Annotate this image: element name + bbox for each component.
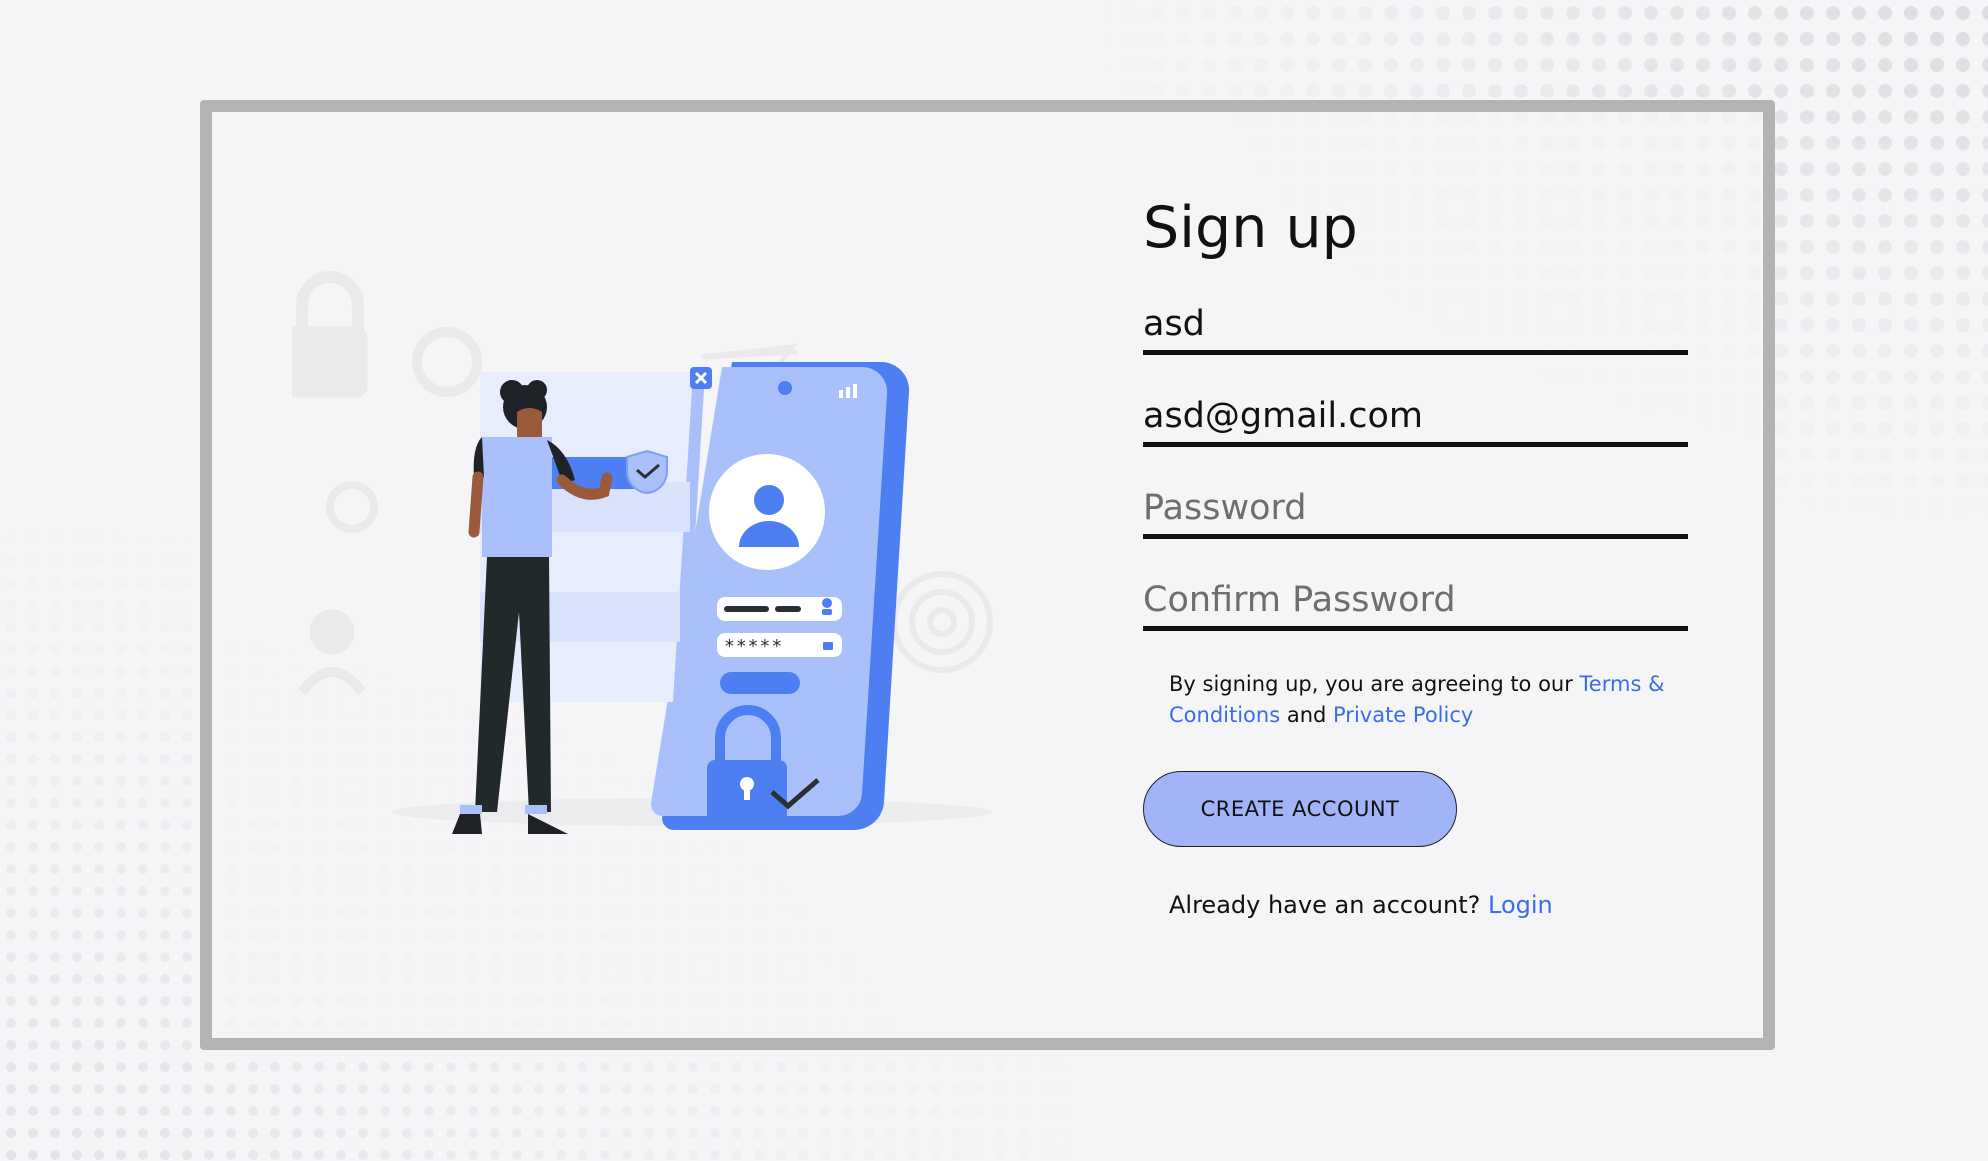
email-input[interactable] <box>1143 396 1683 437</box>
confirm-password-field <box>1143 568 1688 632</box>
name-input[interactable] <box>1143 304 1683 345</box>
terms-notice: By signing up, you are agreeing to our T… <box>1169 669 1679 731</box>
password-field <box>1143 476 1688 540</box>
login-prompt: Already have an account? Login <box>1169 891 1703 919</box>
password-mask-text: ***** <box>724 636 783 657</box>
page-title: Sign up <box>1143 195 1358 261</box>
email-field <box>1143 384 1688 448</box>
terms-prefix: By signing up, you are agreeing to our <box>1169 672 1580 697</box>
terms-middle: and <box>1280 703 1334 728</box>
signup-form: Sign up By signing up, you are agreeing … <box>1143 194 1703 919</box>
create-account-button[interactable]: CREATE ACCOUNT <box>1143 771 1457 848</box>
password-input[interactable] <box>1143 488 1683 529</box>
login-prompt-text: Already have an account? <box>1169 891 1489 920</box>
signup-card: ***** Sign up asd asd@gmail.com By signi… <box>200 100 1775 1050</box>
login-link[interactable]: Login <box>1488 891 1553 919</box>
person-unlocking-phone-illustration: ***** <box>292 271 993 834</box>
privacy-policy-link[interactable]: Private Policy <box>1333 703 1473 727</box>
confirm-password-input[interactable] <box>1143 580 1683 621</box>
name-field <box>1143 292 1688 356</box>
